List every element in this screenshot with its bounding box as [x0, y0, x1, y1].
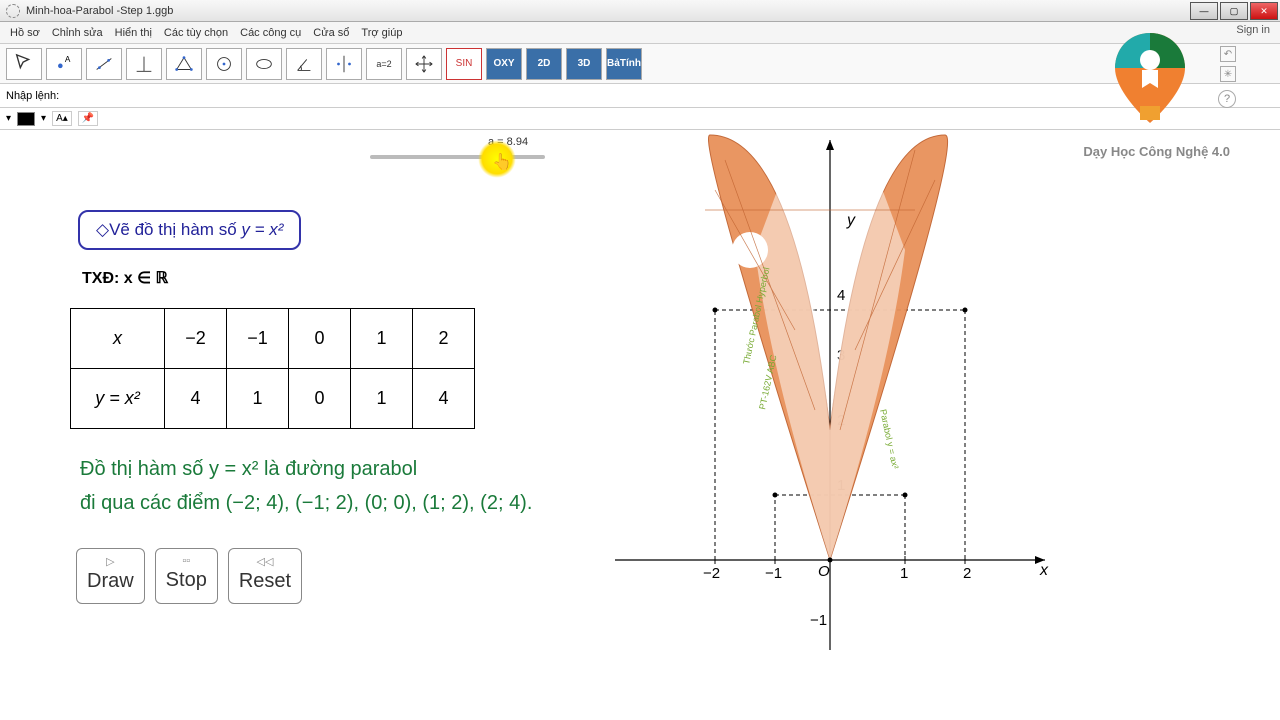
window-title: Minh-hoa-Parabol -Step 1.ggb [26, 5, 173, 17]
table-cell: −1 [227, 309, 289, 369]
coordinate-graph: x y O −2−112 1234−1 Thước Parabol Hyperb… [615, 130, 1055, 690]
x-axis-label: x [1039, 562, 1049, 579]
view-controls: ↶ ✳ [1220, 46, 1236, 82]
table-cell: 0 [289, 309, 351, 369]
brand-text: Dạy Học Công Nghệ 4.0 [1083, 144, 1230, 159]
reset-button[interactable]: ◁◁Reset [228, 548, 302, 604]
tool-sin[interactable]: SIN [446, 48, 482, 80]
tool-move-view[interactable] [406, 48, 442, 80]
tool-2d[interactable]: 2D [526, 48, 562, 80]
app-icon [6, 4, 20, 18]
command-input[interactable] [63, 90, 1274, 102]
function-title-box: ◇Vẽ đồ thị hàm số y = x² [78, 210, 301, 250]
menu-item[interactable]: Chỉnh sửa [46, 27, 109, 39]
settings-icon[interactable]: ✳ [1220, 66, 1236, 82]
caption-line: Đồ thị hàm số y = x² là đường parabol [80, 452, 532, 486]
input-label: Nhập lệnh: [6, 90, 59, 102]
title-formula: y = x² [241, 220, 283, 239]
tool-circle[interactable] [206, 48, 242, 80]
color-swatch[interactable] [17, 112, 35, 126]
y-axis-label: y [846, 212, 856, 229]
menu-item[interactable]: Hiển thị [109, 27, 158, 39]
close-button[interactable]: ✕ [1250, 2, 1278, 20]
menu-item[interactable]: Trợ giúp [355, 27, 408, 39]
dropdown-arrow-icon[interactable]: ▾ [41, 113, 46, 124]
draw-button[interactable]: ▷Draw [76, 548, 145, 604]
table-cell: 2 [413, 309, 475, 369]
play-icon: ▷ [87, 555, 134, 568]
table-cell: 0 [289, 369, 351, 429]
tool-line[interactable] [86, 48, 122, 80]
tool-angle[interactable] [286, 48, 322, 80]
menu-bar: Hồ sơ Chỉnh sửa Hiển thị Các tùy chọn Cá… [0, 22, 1280, 44]
maximize-button[interactable]: ▢ [1220, 2, 1248, 20]
minimize-button[interactable]: — [1190, 2, 1218, 20]
table-cell: −2 [165, 309, 227, 369]
origin-label: O [818, 563, 830, 580]
table-cell: 1 [227, 369, 289, 429]
svg-text:−2: −2 [703, 565, 720, 582]
svg-text:Parabol y = ax²: Parabol y = ax² [878, 408, 900, 470]
title-text: ◇Vẽ đồ thị hàm số [96, 220, 241, 239]
caption-text: Đồ thị hàm số y = x² là đường parabol đi… [80, 452, 532, 520]
input-bar: Nhập lệnh: [0, 84, 1280, 108]
tool-reflect[interactable] [326, 48, 362, 80]
menu-item[interactable]: Các công cụ [234, 27, 307, 39]
pin-icon[interactable]: 📌 [78, 111, 98, 126]
tool-polygon[interactable] [166, 48, 202, 80]
tool-perpendicular[interactable] [126, 48, 162, 80]
caption-line: đi qua các điểm (−2; 4), (−1; 2), (0; 0)… [80, 486, 532, 520]
row-header: y = x² [71, 369, 165, 429]
svg-text:−1: −1 [810, 612, 827, 629]
tool-spreadsheet[interactable]: BảTính [606, 48, 642, 80]
svg-text:A: A [65, 55, 71, 64]
table-row: x −2 −1 0 1 2 [71, 309, 475, 369]
window-titlebar: Minh-hoa-Parabol -Step 1.ggb [0, 0, 1280, 22]
action-buttons: ▷Draw ▫▫Stop ◁◁Reset [76, 548, 302, 604]
table-cell: 4 [413, 369, 475, 429]
window-controls: — ▢ ✕ [1190, 2, 1278, 20]
svg-text:4: 4 [837, 287, 845, 304]
toolbar: A a=2 SIN OXY 2D 3D BảTính [0, 44, 1280, 84]
values-table: x −2 −1 0 1 2 y = x² 4 1 0 1 4 [70, 308, 475, 429]
svg-text:2: 2 [963, 565, 971, 582]
style-bar: ▾ ▾ A▴ 📌 [0, 108, 1280, 130]
table-cell: 4 [165, 369, 227, 429]
tool-ellipse[interactable] [246, 48, 282, 80]
domain-text: TXĐ: x ∈ ℝ [82, 268, 168, 288]
slider-track[interactable] [370, 155, 545, 159]
pause-icon: ▫▫ [166, 555, 207, 567]
tool-oxy[interactable]: OXY [486, 48, 522, 80]
svg-text:−1: −1 [765, 565, 782, 582]
dropdown-arrow-icon[interactable]: ▾ [6, 113, 11, 124]
menu-item[interactable]: Các tùy chọn [158, 27, 234, 39]
svg-text:1: 1 [900, 565, 908, 582]
hand-cursor-icon: 👆 [492, 152, 512, 172]
signin-link[interactable]: Sign in [1236, 24, 1270, 36]
tool-point[interactable]: A [46, 48, 82, 80]
font-size-label[interactable]: A▴ [52, 111, 72, 126]
brand-logo [1110, 28, 1190, 128]
row-header: x [71, 309, 165, 369]
tool-move[interactable] [6, 48, 42, 80]
undo-icon[interactable]: ↶ [1220, 46, 1236, 62]
menu-item[interactable]: Hồ sơ [4, 27, 46, 39]
help-icon[interactable]: ? [1218, 90, 1236, 108]
table-row: y = x² 4 1 0 1 4 [71, 369, 475, 429]
menu-item[interactable]: Cửa sổ [307, 27, 355, 39]
table-cell: 1 [351, 309, 413, 369]
rewind-icon: ◁◁ [239, 555, 291, 568]
stop-button[interactable]: ▫▫Stop [155, 548, 218, 604]
tool-3d[interactable]: 3D [566, 48, 602, 80]
tool-slider[interactable]: a=2 [366, 48, 402, 80]
table-cell: 1 [351, 369, 413, 429]
